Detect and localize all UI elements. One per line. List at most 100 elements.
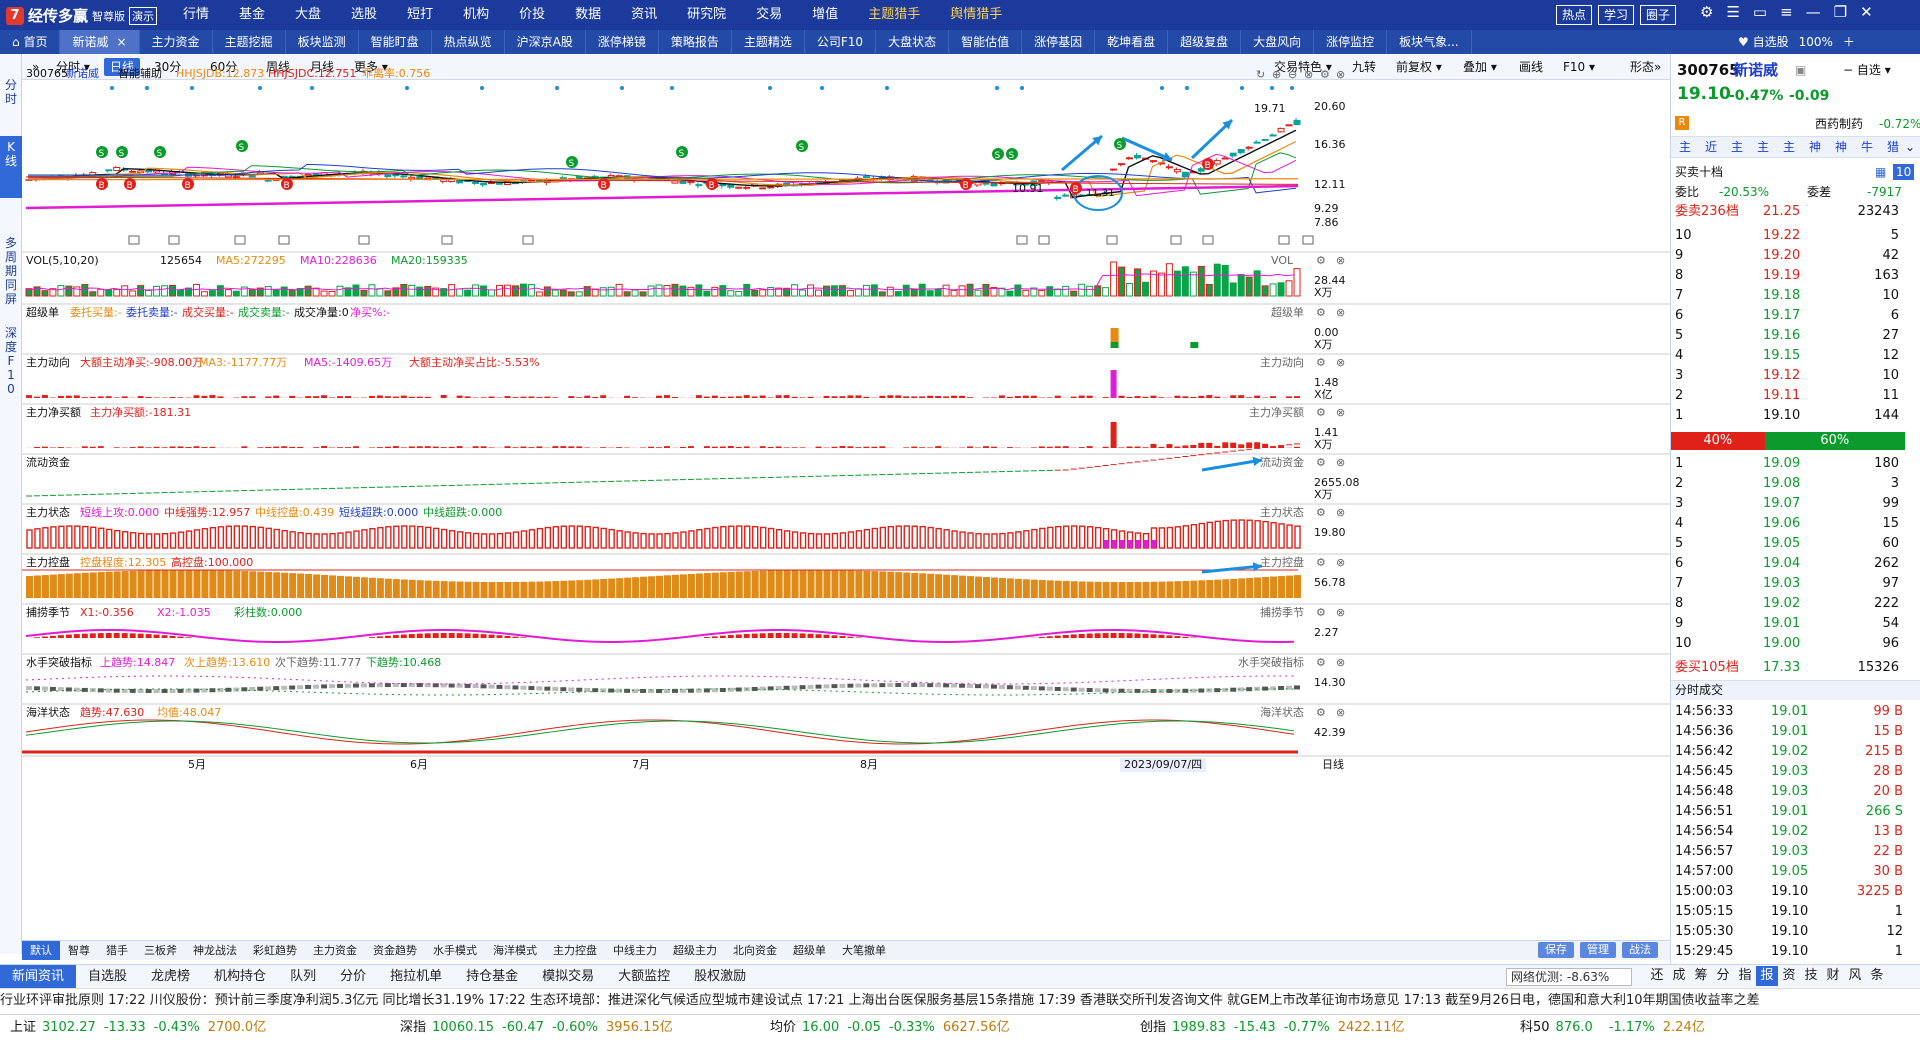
gear-icon[interactable]: ⚙ xyxy=(1316,406,1326,420)
gear-icon[interactable]: ⚙ xyxy=(1316,456,1326,470)
chart-tool-icon[interactable]: ⊗ xyxy=(1336,68,1345,82)
panel-nav-icon[interactable]: 还 xyxy=(1646,966,1668,986)
menu-item[interactable]: 机构 xyxy=(448,0,504,30)
toolbar-right-5[interactable]: F10 ▾ xyxy=(1557,58,1601,76)
view-0[interactable]: 分时 xyxy=(0,74,22,110)
tab[interactable]: 智能盯盘 xyxy=(359,30,432,54)
news-tab[interactable]: 模拟交易 xyxy=(530,965,606,988)
tab[interactable]: 乾坤看盘 xyxy=(1095,30,1169,54)
depth-row[interactable]: 7 19.03 97 xyxy=(1671,574,1920,594)
news-tab[interactable]: 大额监控 xyxy=(606,965,682,988)
quote-tool[interactable]: 神 xyxy=(1809,139,1821,155)
sector-name[interactable]: 西药制药 xyxy=(1815,116,1863,132)
tab[interactable]: 涨停梯镜 xyxy=(586,30,659,54)
more-icon[interactable]: ≡ xyxy=(1780,3,1793,21)
panel-nav-icon[interactable]: 筹 xyxy=(1690,966,1712,986)
toolbar-right-3[interactable]: 叠加 ▾ xyxy=(1457,58,1503,76)
template-tab[interactable]: 猎手 xyxy=(98,941,136,960)
watchlist-link[interactable]: ♥ 自选股 xyxy=(1738,30,1789,54)
depth-row[interactable]: 5 19.16 27 xyxy=(1671,326,1920,346)
toolbar-right-2[interactable]: 前复权 ▾ xyxy=(1390,58,1448,76)
grid-icon[interactable]: ▦ xyxy=(1875,164,1886,180)
add-watch-button[interactable]: − 自选 ▾ xyxy=(1843,62,1891,78)
tab[interactable]: 大盘风向 xyxy=(1241,30,1315,54)
template-tab[interactable]: 大笔撤单 xyxy=(834,941,894,960)
gear-icon[interactable]: ⚙ xyxy=(1700,3,1713,21)
tab[interactable]: 主力资金 xyxy=(140,30,213,54)
panel-nav-icon[interactable]: 分 xyxy=(1712,966,1734,986)
tab[interactable]: 超级复盘 xyxy=(1168,30,1242,54)
news-tab[interactable]: 新闻资讯 xyxy=(0,965,77,988)
chart-tool-icon[interactable]: ⊖ xyxy=(1288,68,1297,82)
depth-row[interactable]: 9 19.01 54 xyxy=(1671,614,1920,634)
panel-nav-icon[interactable]: 报 xyxy=(1756,966,1778,986)
close-icon[interactable]: ⊗ xyxy=(1336,306,1345,320)
panel-nav-icon[interactable]: 指 xyxy=(1734,966,1756,986)
depth-row[interactable]: 2 19.08 3 xyxy=(1671,474,1920,494)
panel-nav-icon[interactable]: 条 xyxy=(1866,966,1888,986)
depth-row[interactable]: 6 19.04 262 xyxy=(1671,554,1920,574)
index-item[interactable]: 上证 3102.27 -13.33 -0.43% 2700.0亿 xyxy=(10,1015,266,1040)
tab[interactable]: 热点纵览 xyxy=(432,30,505,54)
tab[interactable]: 涨停监控 xyxy=(1314,30,1388,54)
news-tab[interactable]: 龙虎榜 xyxy=(139,965,202,988)
gear-icon[interactable]: ⚙ xyxy=(1316,656,1326,670)
quote-tool[interactable]: 神 xyxy=(1835,139,1847,155)
top-button[interactable]: 热点 xyxy=(1556,5,1593,25)
menu-item[interactable]: 数据 xyxy=(560,0,616,30)
index-item[interactable]: 深指 10060.15 -60.47 -0.60% 3956.15亿 xyxy=(400,1015,673,1040)
depth-row[interactable]: 8 19.19 163 xyxy=(1671,266,1920,286)
maximize-icon[interactable]: ❐ xyxy=(1834,3,1847,21)
menu-item[interactable]: 行情 xyxy=(168,0,224,30)
template-tab[interactable]: 中线主力 xyxy=(605,941,665,960)
menu-item[interactable]: 基金 xyxy=(224,0,280,30)
close-icon[interactable]: ✕ xyxy=(1860,3,1873,21)
tab[interactable]: 沪深京A股 xyxy=(505,30,586,54)
info-icon[interactable]: ▣ xyxy=(1795,62,1806,78)
tab[interactable]: 大盘状态 xyxy=(876,30,950,54)
menu-item[interactable]: 研究院 xyxy=(672,0,741,30)
template-action-button[interactable]: 管理 xyxy=(1580,942,1616,958)
menu-item[interactable]: 资讯 xyxy=(616,0,672,30)
tab[interactable]: 新诺威 × xyxy=(60,30,140,54)
template-tab[interactable]: 默认 xyxy=(22,941,60,960)
news-tab[interactable]: 股权激励 xyxy=(682,965,758,988)
template-tab[interactable]: 神龙战法 xyxy=(185,941,245,960)
panel-nav-icon[interactable]: 风 xyxy=(1844,966,1866,986)
chart-area[interactable]: SSSSSSSSSSBBBBBBBBB 20.60 16.36 12.11 9.29 7… xyxy=(22,67,1670,940)
panel-nav-icon[interactable]: 成 xyxy=(1668,966,1690,986)
view-3[interactable]: 深度F10 xyxy=(0,322,22,402)
tab[interactable]: 板块气象... xyxy=(1387,30,1472,54)
template-tab[interactable]: 彩虹趋势 xyxy=(245,941,305,960)
network-optimizer[interactable]: 网络优测: -8.63% xyxy=(1506,968,1632,986)
template-tab[interactable]: 海洋模式 xyxy=(485,941,545,960)
zoom-level[interactable]: 100% xyxy=(1799,30,1833,54)
panel-nav-icon[interactable]: 财 xyxy=(1822,966,1844,986)
menu-icon[interactable]: ☰ xyxy=(1726,3,1739,21)
zoom-in-icon[interactable]: ＋ xyxy=(1843,30,1855,54)
depth-row[interactable]: 委买105档 17.33 15326 xyxy=(1671,658,1920,678)
depth-row[interactable]: 4 19.06 15 xyxy=(1671,514,1920,534)
index-item[interactable]: 创指 1989.83 -15.43 -0.77% 2422.11亿 xyxy=(1140,1015,1404,1040)
quote-tool[interactable]: 主 xyxy=(1757,139,1769,155)
quote-tool[interactable]: 近 xyxy=(1705,139,1717,155)
quote-tool[interactable]: 主 xyxy=(1731,139,1743,155)
chart-tool-icon[interactable]: ⊗ xyxy=(1304,68,1313,82)
close-icon[interactable]: ⊗ xyxy=(1336,506,1345,520)
template-tab[interactable]: 水手模式 xyxy=(425,941,485,960)
depth-row[interactable]: 3 19.07 99 xyxy=(1671,494,1920,514)
depth-row[interactable]: 10 19.22 5 xyxy=(1671,226,1920,246)
close-icon[interactable]: ⊗ xyxy=(1336,556,1345,570)
template-tab[interactable]: 北向资金 xyxy=(725,941,785,960)
restore-icon[interactable]: ▭ xyxy=(1753,3,1767,21)
news-tab[interactable]: 分价 xyxy=(328,965,378,988)
depth-row[interactable]: 8 19.02 222 xyxy=(1671,594,1920,614)
depth-row[interactable]: 1 19.10 144 xyxy=(1671,406,1920,426)
quote-tool[interactable]: 牛 xyxy=(1861,139,1873,155)
tab[interactable]: 主题精选 xyxy=(732,30,805,54)
template-tab[interactable]: 智尊 xyxy=(60,941,98,960)
template-action-button[interactable]: 战法 xyxy=(1622,942,1658,958)
news-tab[interactable]: 机构持仓 xyxy=(202,965,278,988)
close-icon[interactable]: ⊗ xyxy=(1336,356,1345,370)
depth-row[interactable]: 1 19.09 180 xyxy=(1671,454,1920,474)
